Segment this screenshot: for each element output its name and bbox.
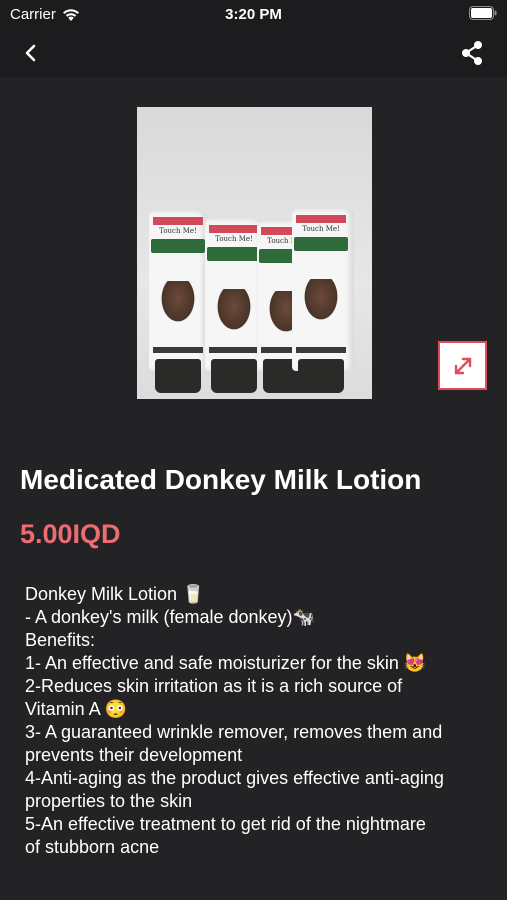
status-time: 3:20 PM — [225, 6, 282, 23]
product-detail: Touch Me! Touch Me! Touch Me! Touch Me! … — [0, 78, 507, 900]
description-line: prevents their development — [25, 745, 243, 765]
description-line: 5-An effective treatment to get rid of t… — [25, 814, 426, 834]
description-line: properties to the skin — [25, 791, 193, 811]
chevron-left-icon — [25, 44, 36, 62]
back-button[interactable] — [18, 38, 48, 68]
tube-graphic: Touch Me! — [149, 211, 207, 393]
tube-graphic: Touch Me! — [205, 219, 263, 393]
product-image[interactable]: Touch Me! Touch Me! Touch Me! Touch Me! — [137, 107, 372, 399]
description-line: 1- An effective and safe moisturizer for… — [25, 653, 427, 673]
product-description: Donkey Milk Lotion 🥛 - A donkey's milk (… — [25, 583, 490, 859]
expand-icon — [454, 357, 471, 374]
description-line: 4-Anti-aging as the product gives effect… — [25, 768, 444, 788]
description-line: 3- A guaranteed wrinkle remover, removes… — [25, 722, 443, 742]
product-title: Medicated Donkey Milk Lotion — [20, 464, 422, 495]
description-line: of stubborn acne — [25, 837, 160, 857]
description-line: Benefits: — [25, 630, 96, 650]
share-icon — [462, 41, 482, 65]
status-bar: Carrier 3:20 PM — [0, 0, 507, 28]
description-line: Donkey Milk Lotion 🥛 — [25, 584, 205, 604]
description-line: - A donkey's milk (female donkey)🐄 — [25, 607, 315, 627]
battery-icon — [469, 6, 497, 24]
tube-graphic: Touch Me! — [292, 209, 354, 393]
description-line: Vitamin A 😳 — [25, 699, 128, 719]
nav-bar — [0, 28, 507, 78]
description-line: 2-Reduces skin irritation as it is a ric… — [25, 676, 403, 696]
expand-image-button[interactable] — [438, 341, 487, 390]
share-button[interactable] — [457, 38, 487, 68]
product-price: 5.00IQD — [20, 519, 121, 549]
